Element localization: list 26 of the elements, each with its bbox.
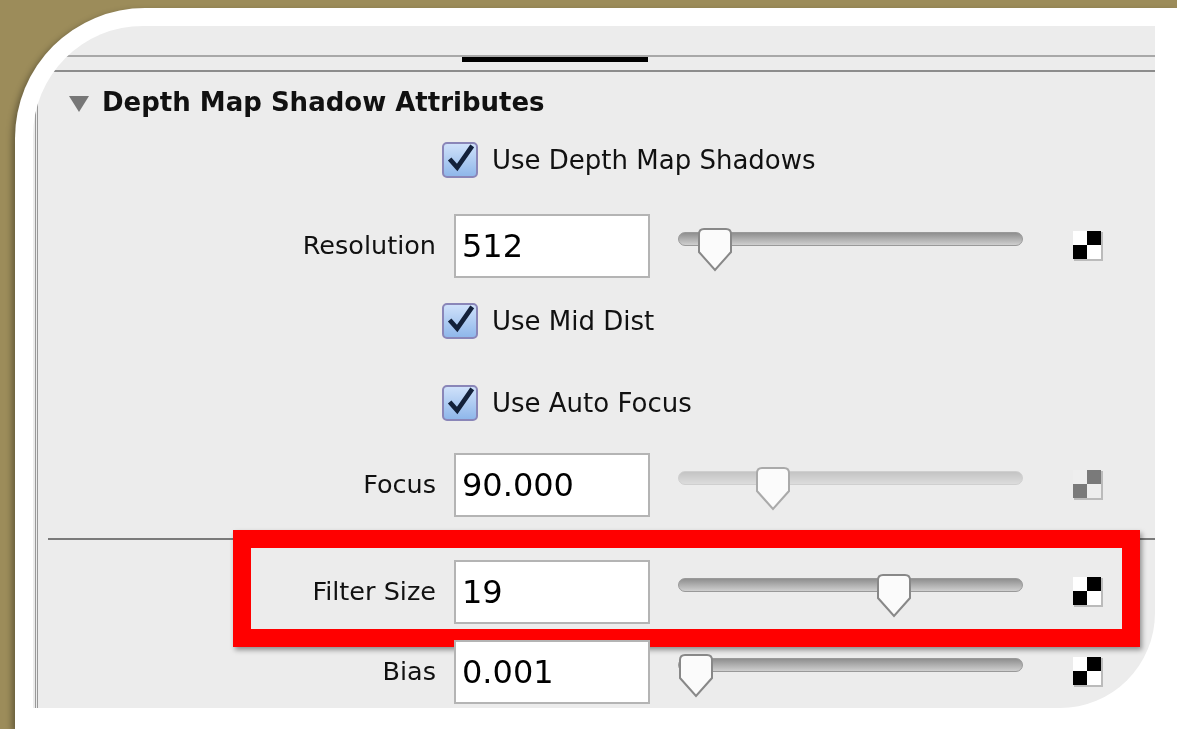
checkbox[interactable]	[442, 385, 478, 421]
checkbox-label: Use Mid Dist	[492, 304, 655, 338]
number-field[interactable]: 90.000	[454, 452, 650, 517]
field-label: Bias	[381, 655, 436, 689]
number-field[interactable]: 512	[454, 213, 650, 278]
slider-thumb[interactable]	[678, 653, 714, 698]
checkbox[interactable]	[442, 303, 478, 339]
section-title: Depth Map Shadow Attributes	[102, 85, 545, 119]
slider-thumb[interactable]	[696, 227, 733, 272]
field-label: Resolution	[301, 229, 436, 263]
checkbox[interactable]	[442, 142, 478, 178]
map-button-icon[interactable]	[1073, 230, 1103, 261]
field-label: Filter Size	[311, 575, 436, 609]
field-label: Focus	[362, 468, 436, 502]
checkbox-label: Use Auto Focus	[492, 386, 692, 420]
number-field[interactable]: 19	[454, 559, 650, 624]
slider-thumb[interactable]	[755, 466, 792, 511]
map-button-icon[interactable]	[1073, 576, 1103, 607]
map-button-icon[interactable]	[1073, 656, 1103, 687]
slider-thumb[interactable]	[875, 573, 912, 618]
checkbox-label: Use Depth Map Shadows	[492, 143, 816, 177]
number-field[interactable]: 0.001	[454, 639, 650, 704]
slider[interactable]	[678, 466, 1023, 511]
slider[interactable]	[678, 573, 1023, 618]
slider[interactable]	[678, 227, 1023, 272]
slider[interactable]	[678, 653, 1023, 698]
